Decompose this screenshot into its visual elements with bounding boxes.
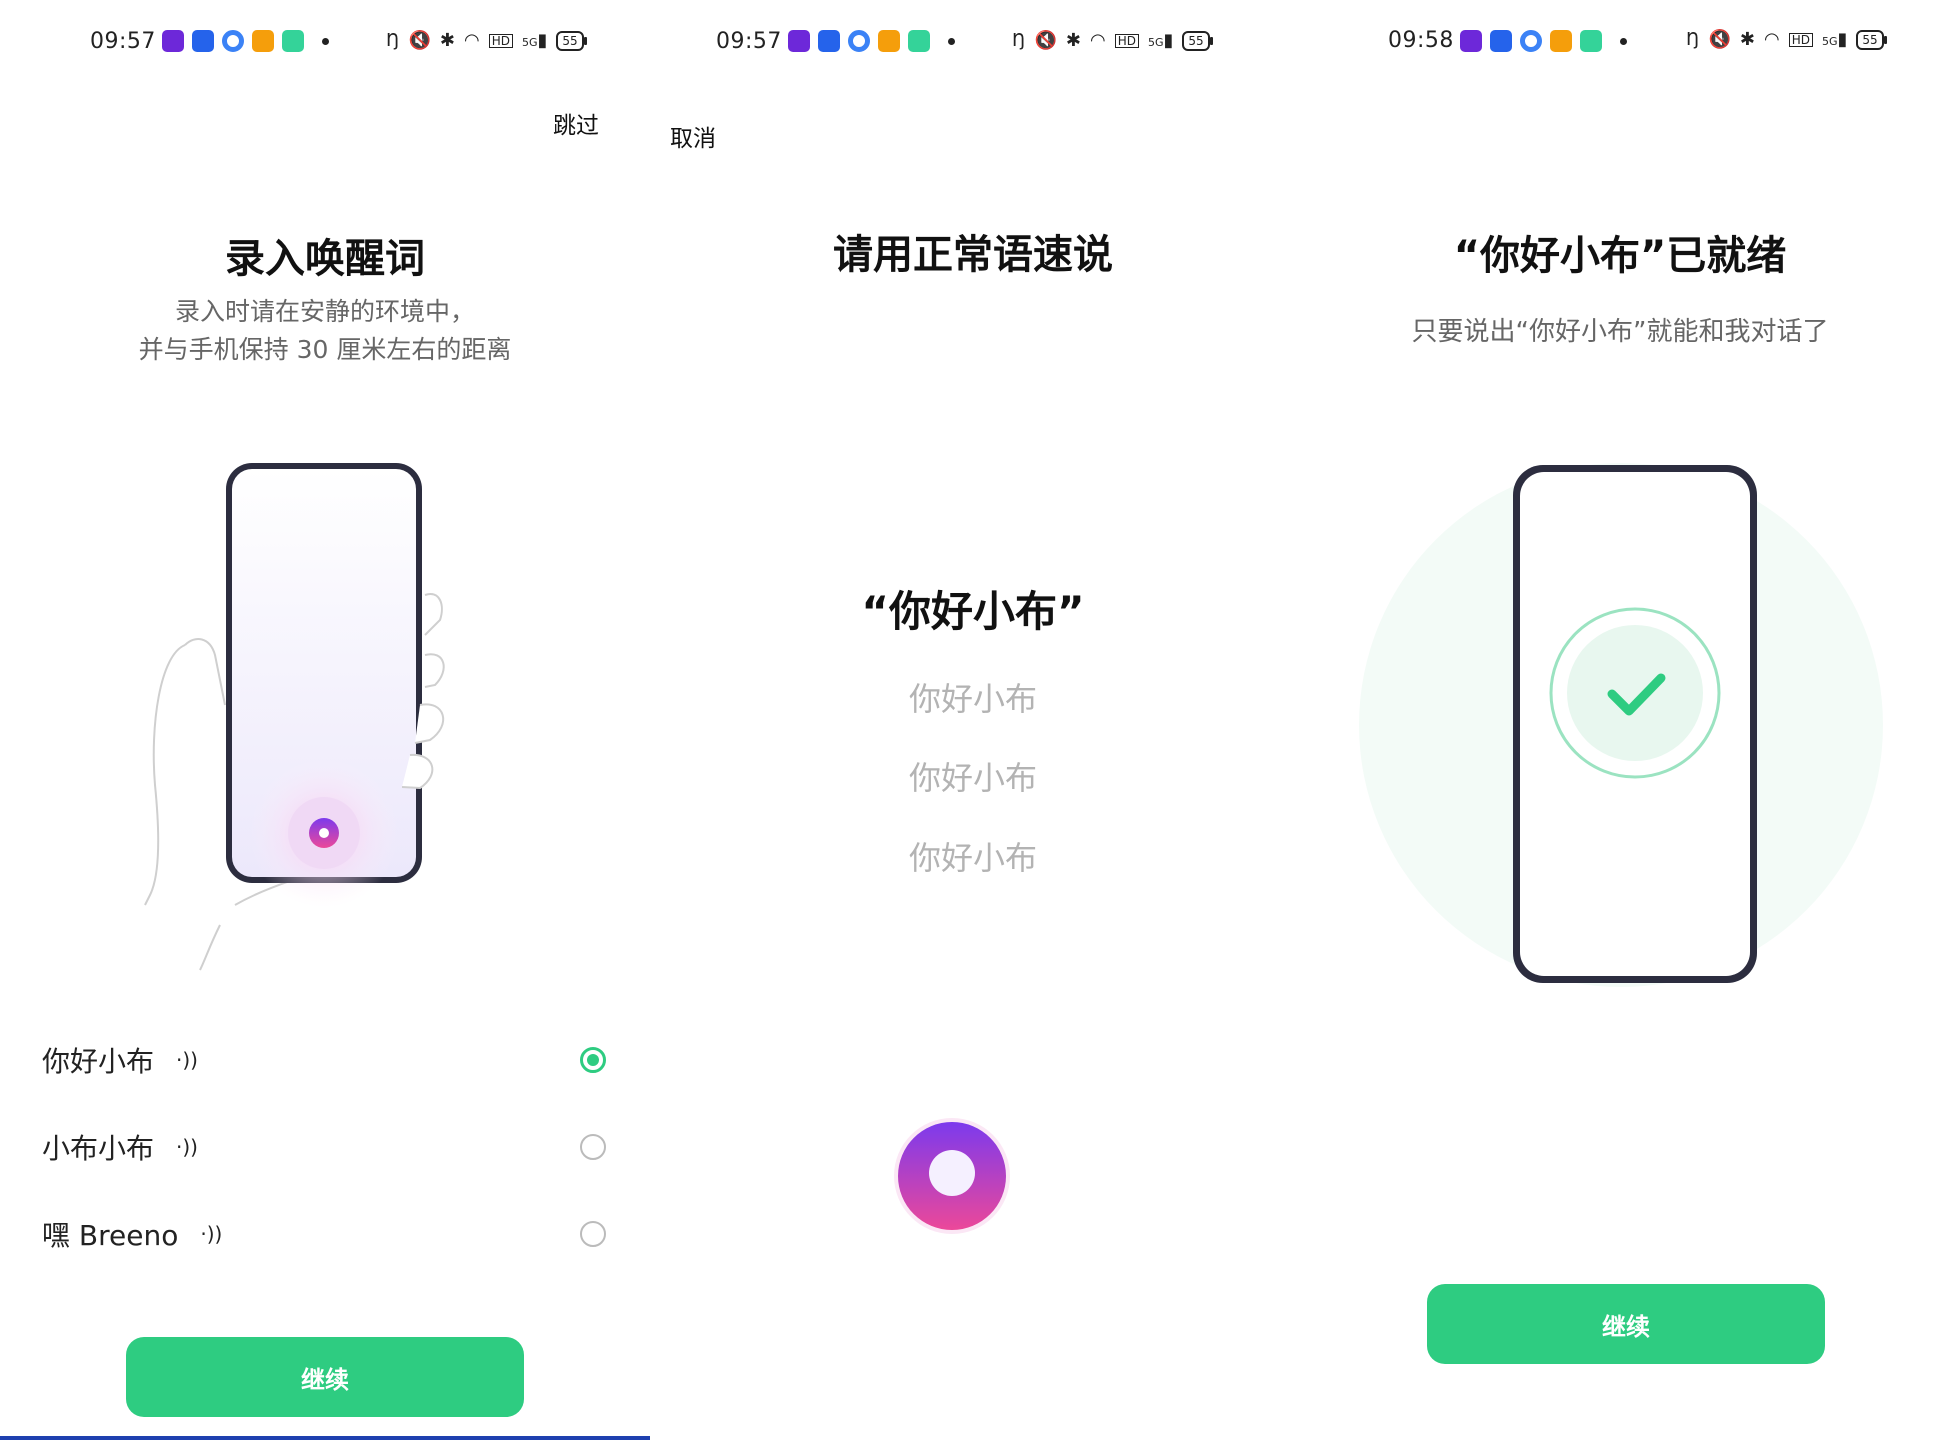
page-title: 录入唤醒词	[225, 236, 425, 282]
notification-icons	[1460, 30, 1627, 52]
battery-icon: 55	[1182, 31, 1214, 51]
translate-app-icon	[1490, 30, 1512, 52]
nfc-icon: Ŋ	[1686, 29, 1700, 50]
browser-app-icon	[222, 30, 244, 52]
status-bar: 09:57 Ŋ 🔇 ✱ ◠ HD 5G▮ 55	[0, 24, 650, 58]
ready-illustration	[1359, 463, 1883, 987]
success-circle	[1567, 625, 1703, 761]
radio-unselected[interactable]	[580, 1134, 606, 1160]
notification-icons	[788, 30, 955, 52]
system-icons: Ŋ 🔇 ✱ ◠ HD 5G▮ 55	[386, 30, 588, 51]
notes-app-icon	[1580, 30, 1602, 52]
subtitle-line-2: 并与手机保持 30 厘米左右的距离	[138, 335, 512, 364]
status-time: 09:57	[90, 28, 156, 54]
squirrel-app-icon	[878, 30, 900, 52]
pending-phrase-3: 你好小布	[908, 839, 1037, 877]
translate-app-icon	[192, 30, 214, 52]
page-title: 请用正常语速说	[833, 232, 1113, 278]
wake-option-1[interactable]: 你好小布 ·))	[42, 1030, 606, 1090]
more-notifications-dot	[322, 37, 329, 45]
skip-button[interactable]: 跳过	[553, 106, 599, 140]
status-bar: 09:57 Ŋ 🔇 ✱ ◠ HD 5G▮ 55	[650, 24, 1296, 58]
video-app-icon	[162, 30, 184, 52]
battery-icon: 55	[1856, 30, 1888, 50]
nfc-icon: Ŋ	[1012, 30, 1026, 51]
continue-button[interactable]: 继续	[1427, 1284, 1825, 1364]
more-notifications-dot	[948, 37, 955, 45]
translate-app-icon	[818, 30, 840, 52]
status-time: 09:57	[716, 28, 782, 54]
wrist-outline	[199, 924, 221, 971]
squirrel-app-icon	[252, 30, 274, 52]
hd-icon: HD	[488, 34, 513, 48]
wake-option-label: 小布小布	[42, 1132, 155, 1165]
sound-icon[interactable]: ·))	[176, 1048, 198, 1072]
mic-center	[929, 1150, 975, 1196]
microphone-button[interactable]	[889, 1113, 1015, 1239]
more-notifications-dot	[1620, 37, 1627, 45]
status-bar: 09:58 Ŋ 🔇 ✱ ◠ HD 5G▮ 55	[1296, 24, 1944, 58]
phone-in-hand-illustration	[144, 463, 445, 971]
wake-word-setup-panel: 09:57 Ŋ 🔇 ✱ ◠ HD 5G▮ 55 跳过 录入唤醒词 录入时请在安静…	[0, 0, 650, 1440]
wake-option-2[interactable]: 小布小布 ·))	[42, 1117, 606, 1177]
signal-icon: 5G▮	[1821, 29, 1848, 50]
battery-icon: 55	[556, 31, 588, 51]
hd-icon: HD	[1114, 34, 1139, 48]
hand-outline-left	[144, 644, 186, 906]
continue-button[interactable]: 继续	[126, 1337, 524, 1417]
wifi-icon: ◠	[1089, 30, 1106, 51]
wake-option-3[interactable]: 嘿 Breeno ·))	[42, 1204, 606, 1264]
wifi-icon: ◠	[463, 30, 480, 51]
sound-icon[interactable]: ·))	[176, 1135, 198, 1159]
sound-icon[interactable]: ·))	[200, 1222, 222, 1246]
status-time: 09:58	[1388, 28, 1454, 53]
page-title: “你好小布”已就绪	[1453, 233, 1787, 279]
signal-icon: 5G▮	[521, 30, 548, 51]
radio-unselected[interactable]	[580, 1221, 606, 1247]
thumb-outline	[184, 638, 226, 706]
system-icons: Ŋ 🔇 ✱ ◠ HD 5G▮ 55	[1012, 30, 1214, 51]
hd-icon: HD	[1788, 33, 1813, 47]
page-subtitle: 只要说出“你好小布”就能和我对话了	[1411, 317, 1829, 347]
mute-icon: 🔇	[1708, 29, 1731, 50]
pending-phrase-2: 你好小布	[908, 759, 1037, 797]
radio-selected[interactable]	[580, 1047, 606, 1073]
wake-option-label: 你好小布	[42, 1045, 155, 1078]
notes-app-icon	[282, 30, 304, 52]
bluetooth-icon: ✱	[1739, 29, 1755, 50]
signal-icon: 5G▮	[1147, 30, 1174, 51]
current-phrase: “你好小布”	[861, 587, 1085, 636]
recording-panel: 09:57 Ŋ 🔇 ✱ ◠ HD 5G▮ 55 取消 请用正常语速说 “你好小布…	[650, 0, 1296, 1440]
subtitle-line-1: 录入时请在安静的环境中，	[174, 297, 475, 326]
finger-1	[424, 593, 443, 636]
mic-center	[319, 828, 329, 838]
bluetooth-icon: ✱	[1065, 30, 1081, 51]
notification-icons	[162, 30, 329, 52]
finger-2	[424, 653, 445, 688]
bluetooth-icon: ✱	[439, 30, 455, 51]
squirrel-app-icon	[1550, 30, 1572, 52]
video-app-icon	[1460, 30, 1482, 52]
mute-icon: 🔇	[408, 30, 431, 51]
ready-panel: 09:58 Ŋ 🔇 ✱ ◠ HD 5G▮ 55 “你好小布”已就绪 只要说出“你…	[1296, 0, 1944, 1440]
bottom-divider	[0, 1436, 650, 1440]
wake-option-label: 嘿 Breeno	[42, 1219, 179, 1252]
browser-app-icon	[848, 30, 870, 52]
video-app-icon	[788, 30, 810, 52]
pending-phrase-1: 你好小布	[908, 680, 1037, 718]
nfc-icon: Ŋ	[386, 30, 400, 51]
wifi-icon: ◠	[1763, 29, 1780, 50]
browser-app-icon	[1520, 30, 1542, 52]
mute-icon: 🔇	[1034, 30, 1057, 51]
cancel-button[interactable]: 取消	[670, 119, 716, 153]
system-icons: Ŋ 🔇 ✱ ◠ HD 5G▮ 55	[1686, 29, 1888, 50]
notes-app-icon	[908, 30, 930, 52]
